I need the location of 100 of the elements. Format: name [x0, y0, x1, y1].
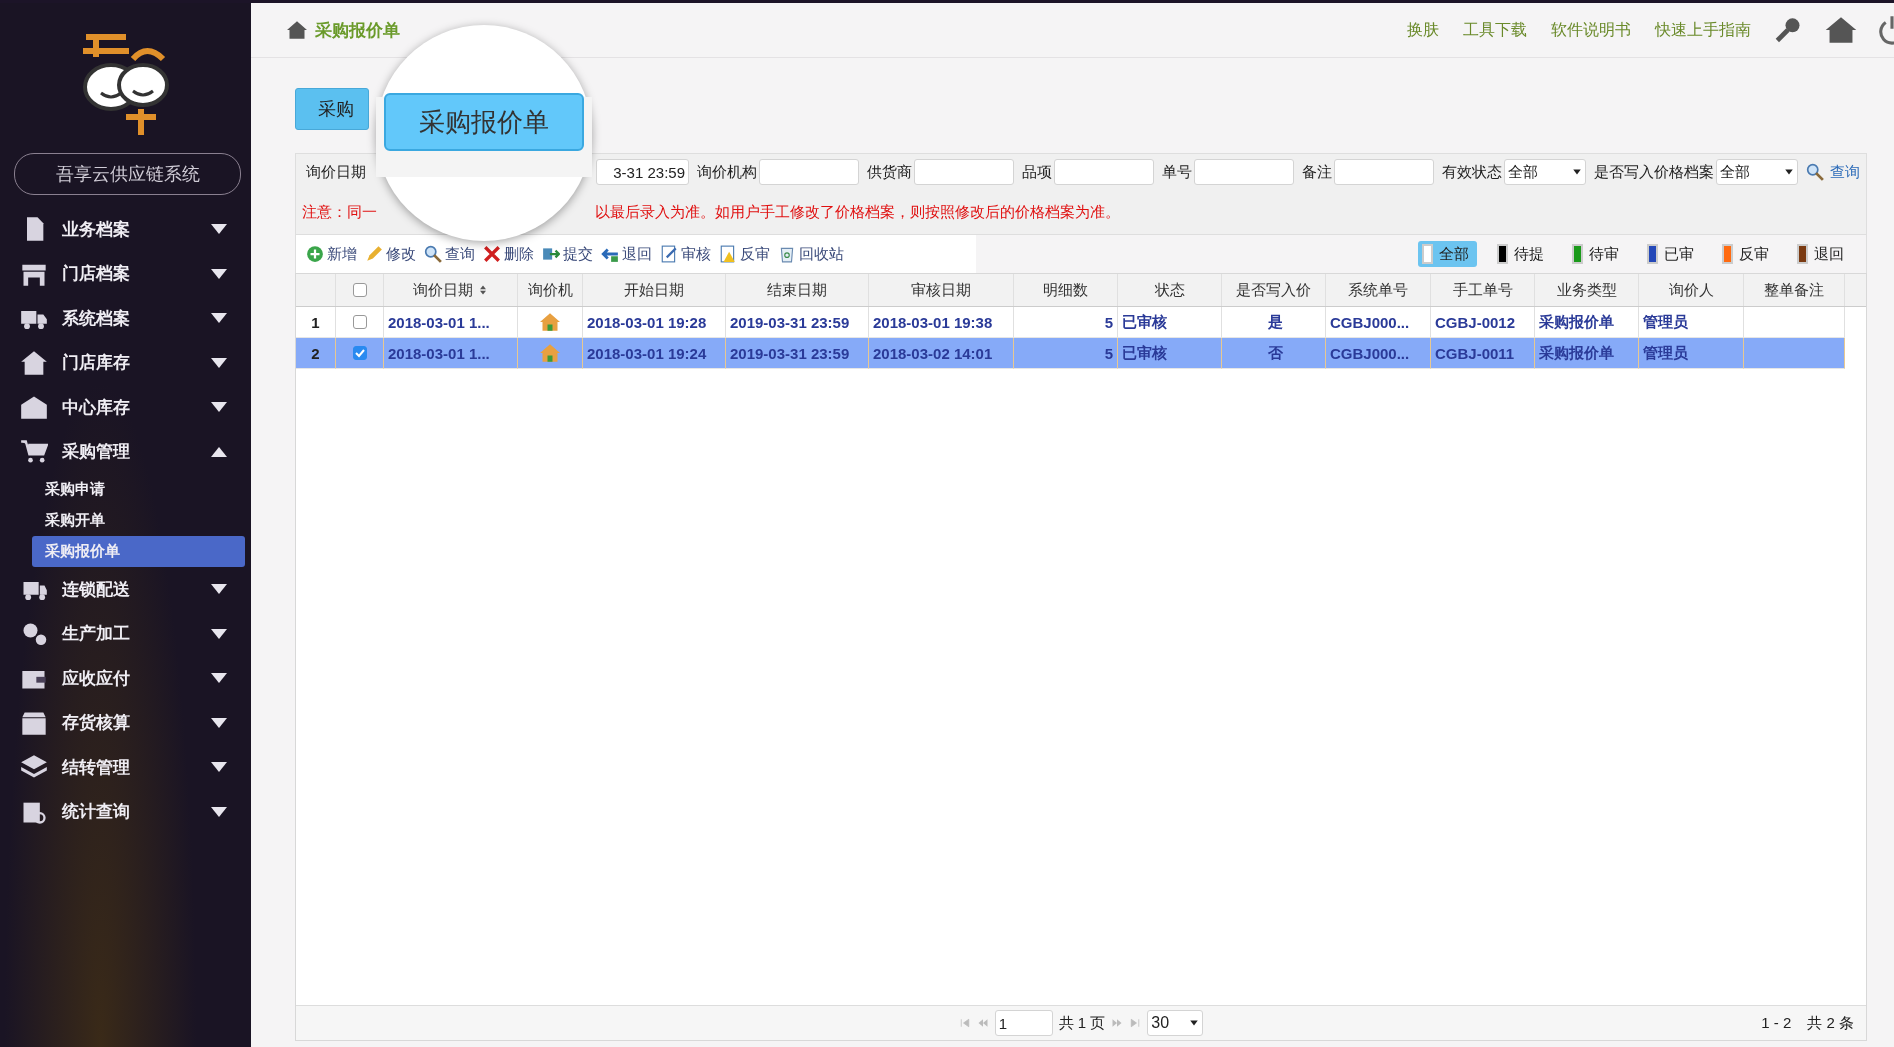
table-cell: 管理员 — [1639, 338, 1744, 369]
table-cell: 5 — [1014, 338, 1118, 369]
caret-icon — [1572, 167, 1582, 177]
column-header[interactable]: 系统单号 — [1326, 274, 1431, 306]
menu-item[interactable]: 统计查询 — [0, 789, 251, 834]
page-input[interactable]: 1 — [994, 1010, 1053, 1036]
header-link[interactable]: 快速上手指南 — [1655, 19, 1751, 41]
record-count: 共 2 条 — [1807, 1013, 1854, 1033]
menu-item[interactable]: 连锁配送 — [0, 567, 251, 612]
filter-label: 品项 — [1022, 162, 1052, 182]
toolbar-button[interactable]: 退回 — [601, 244, 652, 264]
menu-item[interactable]: 应收应付 — [0, 656, 251, 701]
filter-input[interactable] — [1054, 159, 1154, 185]
toolbar-button[interactable]: 新增 — [306, 244, 357, 264]
column-header[interactable]: 状态 — [1118, 274, 1222, 306]
pencil-icon — [365, 245, 383, 263]
house-icon — [287, 20, 307, 40]
status-filter[interactable]: 退回 — [1793, 241, 1852, 267]
page-size-select[interactable]: 30 — [1147, 1010, 1204, 1036]
table-cell: 采购报价单 — [1535, 338, 1639, 369]
checkbox[interactable] — [352, 283, 367, 297]
search-icon — [424, 245, 442, 263]
column-header[interactable]: 审核日期 — [869, 274, 1014, 306]
caret-icon — [1189, 1018, 1200, 1028]
header-link[interactable]: 软件说明书 — [1551, 19, 1631, 41]
menu-item[interactable]: 生产加工 — [0, 611, 251, 656]
tab[interactable]: 采购 — [295, 88, 369, 130]
checkbox[interactable] — [352, 315, 367, 329]
filter-select[interactable]: 全部 — [1716, 159, 1798, 185]
toolbar-button[interactable]: 查询 — [424, 244, 475, 264]
table-cell: 否 — [1222, 338, 1326, 369]
submenu-item[interactable]: 采购开单 — [32, 505, 118, 536]
header-link[interactable]: 换肤 — [1407, 19, 1439, 41]
column-header[interactable]: 询价日期 — [384, 274, 518, 306]
house-icon — [540, 312, 560, 332]
menu-item[interactable]: 结转管理 — [0, 745, 251, 790]
toolbar-button[interactable]: 提交 — [542, 244, 593, 264]
table-cell: CGBJ000... — [1326, 338, 1431, 369]
table-row[interactable]: 2 2018-03-01 1... 2018-03-01 19:24 2019-03-31 23:59 2018-03-02 14:01 5 已审核 否 CGBJ000... CGBJ-0011 采购报价单 管理员 — [296, 338, 1866, 369]
cross-icon — [483, 245, 501, 263]
menu-item[interactable]: 系统档案 — [0, 296, 251, 341]
toolbar-button[interactable]: 回收站 — [778, 244, 844, 264]
filter-label: 单号 — [1162, 162, 1192, 182]
table-cell: 已审核 — [1118, 338, 1222, 369]
filter-label: 是否写入价格档案 — [1594, 162, 1714, 182]
table-cell: CGBJ-0011 — [1431, 338, 1535, 369]
menu-item[interactable]: 采购管理 — [0, 429, 251, 474]
column-header[interactable]: 明细数 — [1014, 274, 1118, 306]
toolbar-button[interactable]: 审核 — [660, 244, 711, 264]
status-filter[interactable]: 已审 — [1643, 241, 1702, 267]
caret-icon — [1784, 167, 1794, 177]
recycle-bin-icon — [778, 245, 796, 263]
submenu-item[interactable]: 采购报价单 — [32, 536, 245, 567]
filter-input[interactable]: 3-31 23:59 — [596, 159, 689, 185]
checkbox[interactable] — [352, 346, 367, 360]
column-header[interactable]: 询价机 — [518, 274, 583, 306]
status-filter[interactable]: 待提 — [1493, 241, 1552, 267]
filter-label: 备注 — [1302, 162, 1332, 182]
column-header[interactable]: 询价人 — [1639, 274, 1744, 306]
toolbar-button[interactable]: 修改 — [365, 244, 416, 264]
submenu-item[interactable]: 采购申请 — [32, 474, 118, 505]
table-cell: 2018-03-02 14:01 — [869, 338, 1014, 369]
filter-input[interactable] — [1194, 159, 1294, 185]
search-button[interactable]: 查询 — [1804, 162, 1862, 182]
column-header[interactable]: 开始日期 — [583, 274, 726, 306]
home-icon[interactable] — [1825, 16, 1857, 44]
house-icon — [540, 343, 560, 363]
column-header[interactable]: 整单备注 — [1744, 274, 1845, 306]
table-cell: 2019-03-31 23:59 — [726, 338, 869, 369]
filter-select[interactable]: 全部 — [1504, 159, 1586, 185]
menu-item[interactable]: 存货核算 — [0, 700, 251, 745]
first-page-icon — [958, 1017, 971, 1029]
filter-label: 询价日期 — [306, 162, 366, 182]
column-header[interactable]: 手工单号 — [1431, 274, 1535, 306]
search-icon — [1806, 163, 1824, 181]
filter-label: 有效状态 — [1442, 162, 1502, 182]
status-filter[interactable]: 全部 — [1418, 241, 1477, 267]
toolbar-button[interactable]: 反审 — [719, 244, 770, 264]
cart-icon — [20, 437, 48, 466]
record-range: 1 - 2 — [1761, 1013, 1792, 1033]
menu-item[interactable]: 门店档案 — [0, 251, 251, 296]
column-header[interactable]: 是否写入价 — [1222, 274, 1326, 306]
column-header[interactable]: 结束日期 — [726, 274, 869, 306]
header-link[interactable]: 工具下载 — [1463, 19, 1527, 41]
status-filter[interactable]: 反审 — [1718, 241, 1777, 267]
previous-page-icon — [976, 1017, 989, 1029]
menu-item[interactable]: 中心库存 — [0, 385, 251, 430]
menu-item[interactable]: 业务档案 — [0, 207, 251, 252]
column-header[interactable]: 业务类型 — [1535, 274, 1639, 306]
menu-item[interactable]: 门店库存 — [0, 340, 251, 385]
system-name: 吾享云供应链系统 — [14, 153, 241, 195]
last-page-icon — [1129, 1017, 1142, 1029]
status-filter[interactable]: 待审 — [1568, 241, 1627, 267]
toolbar-button[interactable]: 删除 — [483, 244, 534, 264]
notice-text: 注意：同一 — [302, 202, 377, 222]
table-cell: 2018-03-01 19:24 — [583, 338, 726, 369]
filter-input[interactable] — [1334, 159, 1434, 185]
filter-input[interactable] — [914, 159, 1014, 185]
next-page-icon — [1111, 1017, 1124, 1029]
filter-input[interactable] — [759, 159, 859, 185]
